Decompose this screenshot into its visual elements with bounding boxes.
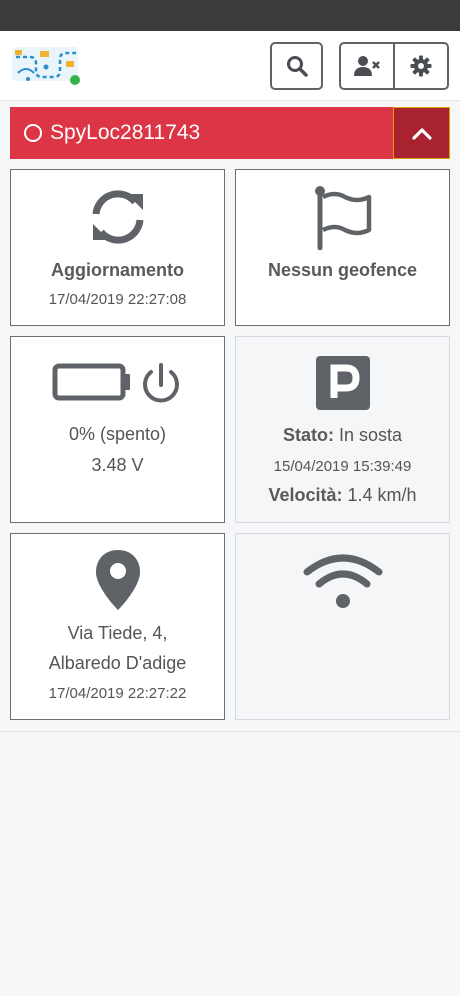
location-address-line2: Albaredo D'adige [48, 653, 187, 673]
update-timestamp: 17/04/2019 22:27:08 [48, 291, 187, 308]
status-speed-label: Velocità: [268, 485, 343, 505]
location-timestamp: 17/04/2019 22:27:22 [48, 685, 187, 702]
header-action-group [339, 42, 449, 90]
status-state-value: In sosta [338, 425, 403, 445]
status-speed-line: Velocità: 1.4 km/h [236, 485, 449, 506]
geofence-title: Nessun geofence [267, 260, 418, 280]
status-card[interactable]: Stato: In sosta 15/04/2019 15:39:49 Velo… [235, 336, 450, 523]
parking-icon [236, 356, 449, 410]
status-timestamp: 15/04/2019 15:39:49 [273, 458, 412, 475]
device-name: SpyLoc2811743 [50, 121, 201, 144]
battery-icon-row [11, 361, 224, 407]
gear-icon [410, 55, 432, 77]
update-title: Aggiornamento [51, 260, 184, 280]
location-address-line1: Via Tiede, 4, [67, 623, 168, 643]
search-icon [286, 56, 308, 77]
circle-outline-icon [24, 124, 42, 142]
settings-button[interactable] [393, 44, 447, 88]
system-status-bar [0, 0, 460, 31]
status-speed-value: 1.4 km/h [347, 485, 417, 505]
app-header [0, 31, 460, 101]
device-header-bar[interactable]: SpyLoc2811743 [10, 107, 450, 159]
update-card[interactable]: Aggiornamento 17/04/2019 22:27:08 [10, 169, 225, 326]
power-icon [142, 363, 179, 403]
user-remove-icon [354, 56, 380, 76]
status-state-label: Stato: [282, 425, 334, 445]
geofence-card[interactable]: Nessun geofence [235, 169, 450, 326]
location-card[interactable]: Via Tiede, 4, Albaredo D'adige 17/04/201… [10, 533, 225, 720]
status-state-line: Stato: In sosta [236, 425, 449, 446]
content-divider [0, 731, 460, 732]
map-route-logo-icon[interactable] [10, 45, 82, 87]
battery-empty-icon [52, 363, 130, 401]
remove-user-button[interactable] [341, 44, 393, 88]
signal-card[interactable] [235, 533, 450, 720]
battery-level: 0% (spento) [68, 424, 167, 444]
collapse-toggle-button[interactable] [393, 107, 450, 159]
sync-icon [11, 186, 224, 248]
battery-voltage: 3.48 V [91, 455, 144, 475]
flag-icon [236, 184, 449, 250]
search-button[interactable] [270, 42, 323, 90]
wifi-icon [236, 552, 449, 610]
chevron-up-icon [411, 128, 432, 140]
battery-card[interactable]: 0% (spento) 3.48 V [10, 336, 225, 523]
map-marker-icon [11, 548, 224, 612]
